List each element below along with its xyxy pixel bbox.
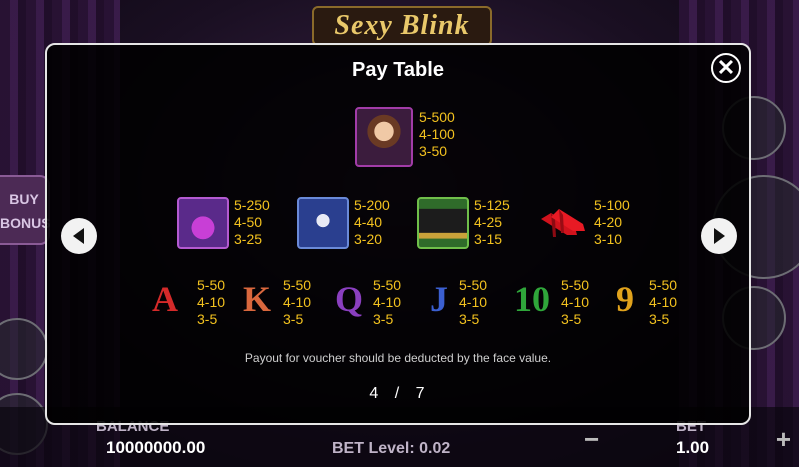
card-symbol-j: J: [430, 279, 448, 319]
pay-value: 4-10: [197, 294, 226, 310]
pay-value: 3-15: [474, 231, 503, 247]
page-current: 4: [369, 385, 381, 402]
chevron-right-icon: [714, 228, 725, 244]
voucher-note: Payout for voucher should be deducted by…: [244, 351, 552, 365]
symbol-pays: 5-125 4-25 3-15: [474, 197, 510, 248]
pay-value: 4-25: [474, 214, 503, 230]
symbol-pays: 5-50 4-10 3-5: [561, 277, 589, 328]
red-heels-shape: [541, 209, 585, 237]
page-indicator: 4 / 7: [47, 385, 749, 403]
symbol-pays: 5-50 4-10 3-5: [649, 277, 677, 328]
chevron-left-icon: [73, 228, 84, 244]
pay-value: 3-5: [283, 311, 304, 327]
perfume-bottle-icon: [177, 197, 229, 249]
symbol-pays: 5-50 4-10 3-5: [283, 277, 311, 328]
pay-value: 3-5: [459, 311, 480, 327]
pay-value: 5-500: [419, 109, 455, 125]
previous-page-button[interactable]: [61, 218, 97, 254]
buy-bonus-label-line2: BONUS: [0, 215, 51, 231]
pay-value: 5-50: [561, 277, 590, 293]
pay-value: 4-10: [649, 294, 678, 310]
pay-value: 5-200: [354, 197, 390, 213]
top-symbol-pays: 5-500 4-100 3-50: [419, 109, 455, 160]
pay-value: 4-100: [419, 126, 455, 142]
top-hat-icon: [417, 197, 469, 249]
symbol-pays: 5-250 4-50 3-25: [234, 197, 270, 248]
card-symbol-9: 9: [616, 279, 634, 319]
bet-decrease-button[interactable]: −: [584, 424, 599, 455]
pay-value: 3-10: [594, 231, 623, 247]
next-page-button[interactable]: [701, 218, 737, 254]
pay-value: 3-20: [354, 231, 383, 247]
card-symbol-q: Q: [334, 279, 363, 319]
pay-value: 3-5: [197, 311, 218, 327]
pay-value: 5-100: [594, 197, 630, 213]
symbol-pays: 5-200 4-40 3-20: [354, 197, 390, 248]
bet-value: 1.00: [676, 438, 710, 457]
red-heels-icon: [537, 197, 589, 249]
bet-level-label: BET Level:: [332, 440, 415, 457]
pay-value: 4-40: [354, 214, 383, 230]
page-separator: /: [394, 385, 402, 402]
pay-value: 3-25: [234, 231, 263, 247]
buy-bonus-label-line1: BUY: [9, 191, 39, 207]
symbol-pays: 5-100 4-20 3-10: [594, 197, 630, 248]
pay-value: 5-125: [474, 197, 510, 213]
bet-increase-button[interactable]: +: [776, 424, 791, 455]
card-symbol-k: K: [242, 279, 271, 319]
pay-value: 3-5: [649, 311, 670, 327]
pay-value: 3-50: [419, 143, 448, 159]
pay-value: 5-50: [197, 277, 226, 293]
cocktail-glass-icon: [297, 197, 349, 249]
bet-level: BET Level: 0.02: [332, 440, 450, 458]
symbol-pays: 5-50 4-10 3-5: [373, 277, 401, 328]
modal-title: Pay Table: [352, 59, 444, 81]
close-icon[interactable]: ✕: [711, 53, 741, 83]
pay-value: 4-50: [234, 214, 263, 230]
pay-value: 4-10: [459, 294, 488, 310]
pay-value: 4-10: [561, 294, 590, 310]
pay-value: 3-5: [373, 311, 394, 327]
balance-value: 10000000.00: [106, 438, 206, 457]
pay-value: 5-50: [283, 277, 312, 293]
pay-value: 5-50: [649, 277, 678, 293]
symbol-pays: 5-50 4-10 3-5: [459, 277, 487, 328]
pay-value: 3-5: [561, 311, 582, 327]
buy-bonus-button[interactable]: BUY BONUS: [0, 175, 51, 245]
game-logo: Sexy Blink: [312, 6, 492, 46]
bet-level-value: 0.02: [419, 440, 451, 457]
pay-value: 4-10: [373, 294, 402, 310]
page-total: 7: [415, 385, 427, 402]
pay-value: 5-250: [234, 197, 270, 213]
symbol-pays: 5-50 4-10 3-5: [197, 277, 225, 328]
card-symbol-a: A: [152, 279, 178, 319]
pay-value: 4-20: [594, 214, 623, 230]
pay-value: 5-50: [373, 277, 402, 293]
woman-portrait-icon: [355, 107, 413, 167]
card-symbol-10: 10: [514, 279, 550, 319]
pay-value: 5-50: [459, 277, 488, 293]
pay-value: 4-10: [283, 294, 312, 310]
paytable-modal: Pay Table ✕ 5-500 4-100 3-50 5-250 4-50 …: [45, 43, 751, 425]
